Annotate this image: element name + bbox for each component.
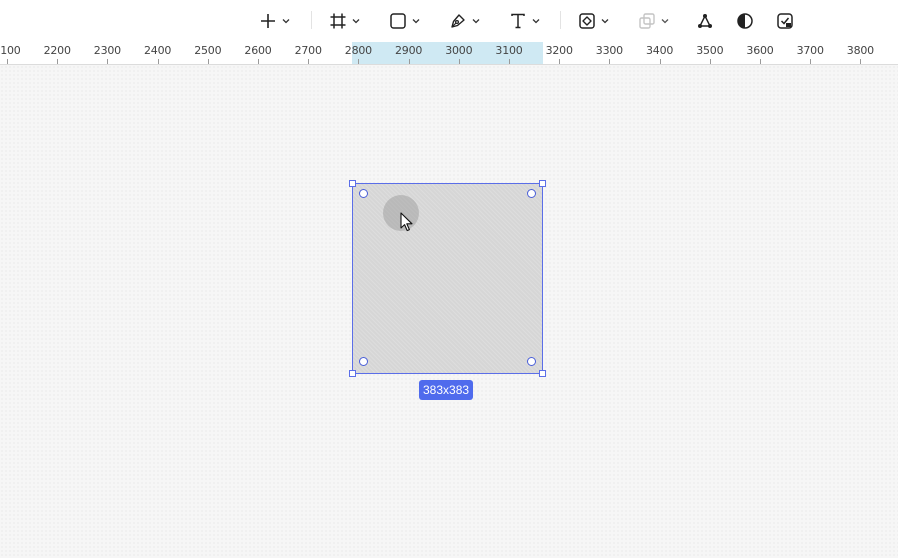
dimension-badge: 383x383 — [419, 380, 474, 400]
ruler-tick — [258, 59, 259, 64]
corner-radius-handle-bottom-left[interactable] — [359, 357, 368, 366]
ruler-tick — [709, 59, 711, 64]
toolbar-divider — [311, 11, 312, 29]
ruler-tick-label: 2200 — [43, 44, 71, 57]
resize-handle-bottom-right[interactable] — [539, 370, 546, 377]
vector-network-tool[interactable] — [696, 8, 714, 34]
selected-rectangle[interactable] — [352, 183, 543, 374]
ruler-tick — [7, 59, 8, 64]
half-circle-icon — [737, 13, 753, 29]
ruler-tick — [408, 59, 410, 64]
mask-tool[interactable] — [736, 8, 754, 34]
ruler-tick — [559, 59, 561, 64]
ruler-tick-label: 3200 — [545, 44, 573, 57]
ruler-tick-label: 2600 — [244, 44, 272, 57]
frame-icon — [330, 13, 346, 29]
ruler-tick-label: 2500 — [194, 44, 222, 57]
ruler-tick-label: 3600 — [746, 44, 774, 57]
component-tool[interactable] — [578, 8, 610, 34]
ruler-tick — [358, 59, 360, 64]
resize-handle-top-left[interactable] — [349, 180, 356, 187]
toolbar — [0, 0, 898, 42]
pointer-cursor-icon — [400, 212, 413, 232]
ruler-tick-label: 2900 — [394, 44, 423, 57]
toolbar-divider — [560, 11, 561, 29]
text-tool[interactable] — [509, 8, 541, 34]
ruler-tick-label: 3300 — [595, 44, 623, 57]
chevron-down-icon[interactable] — [531, 16, 541, 26]
resize-handle-bottom-left[interactable] — [349, 370, 356, 377]
canvas[interactable]: 383x383 — [0, 65, 898, 558]
chevron-down-icon[interactable] — [411, 16, 421, 26]
chevron-down-icon[interactable] — [281, 16, 291, 26]
ruler-tick — [509, 59, 510, 64]
corner-radius-handle-top-right[interactable] — [527, 189, 536, 198]
chevron-down-icon[interactable] — [351, 16, 361, 26]
corner-radius-handle-bottom-right[interactable] — [527, 357, 536, 366]
vector-network-icon — [698, 14, 712, 28]
frame-tool[interactable] — [329, 8, 361, 34]
pen-tool[interactable] — [449, 8, 481, 34]
ruler-tick-label: 3500 — [696, 44, 724, 57]
shape-tool[interactable] — [389, 8, 421, 34]
ruler-tick — [308, 59, 310, 64]
boolean-tool[interactable] — [638, 8, 670, 34]
ruler-tick-label: 3000 — [445, 44, 473, 57]
resize-handle-top-right[interactable] — [539, 180, 546, 187]
checkbox-icon — [777, 13, 793, 29]
ruler-tick-label: 2400 — [143, 44, 172, 57]
ruler-tick-label: 2300 — [93, 44, 121, 57]
chevron-down-icon[interactable] — [600, 16, 610, 26]
ruler-tick — [107, 59, 109, 64]
insert-tool[interactable] — [259, 8, 291, 34]
ruler-tick-label: 3100 — [495, 44, 523, 57]
ruler-tick — [458, 59, 460, 64]
boolean-icon — [639, 13, 655, 29]
chevron-down-icon[interactable] — [660, 16, 670, 26]
ruler-tick — [609, 59, 611, 64]
ruler-tick — [760, 59, 761, 64]
component-icon — [579, 13, 595, 29]
ruler-tick-label: 2700 — [294, 44, 322, 57]
ruler-tick-label: 3400 — [645, 44, 674, 57]
ruler-tick — [57, 59, 59, 64]
plus-icon — [261, 14, 275, 28]
ruler-tick — [659, 59, 661, 64]
rectangle-icon — [390, 13, 406, 29]
ruler-tick — [860, 59, 862, 64]
ruler-tick — [157, 59, 159, 64]
horizontal-ruler[interactable]: 2100 2200 2300 2400 2500 2600 2700 2800 2900 3000… — [0, 42, 898, 65]
ruler-tick-label: 2800 — [344, 44, 372, 57]
corner-radius-handle-top-left[interactable] — [359, 189, 368, 198]
ruler-tick-label: 3800 — [846, 44, 874, 57]
ruler-tick-label: 2100 — [0, 44, 21, 57]
ruler-tick — [810, 59, 812, 64]
prototype-tool[interactable] — [776, 8, 794, 34]
ruler-tick-label: 3700 — [796, 44, 824, 57]
chevron-down-icon[interactable] — [471, 16, 481, 26]
text-icon — [511, 13, 525, 29]
pen-icon — [451, 14, 465, 28]
ruler-tick — [207, 59, 209, 64]
